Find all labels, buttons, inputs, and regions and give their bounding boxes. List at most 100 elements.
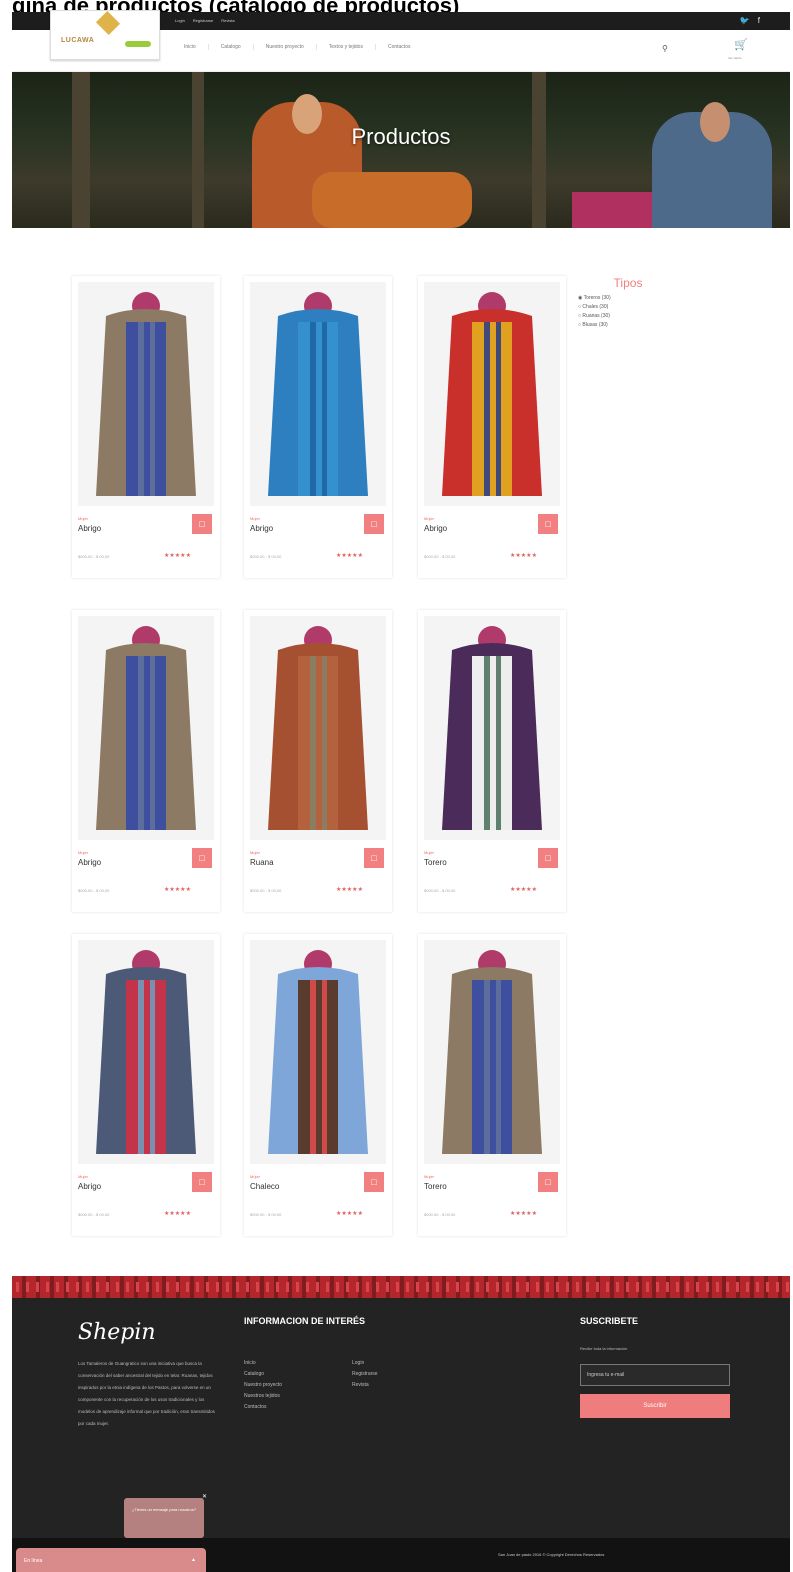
product-photo bbox=[250, 282, 386, 506]
product-photo bbox=[424, 940, 560, 1164]
add-to-cart-button[interactable]: □ bbox=[192, 514, 212, 534]
add-to-cart-button[interactable]: □ bbox=[538, 848, 558, 868]
cart-label[interactable]: Ver carrito bbox=[728, 56, 742, 60]
footer-link[interactable]: Inicio bbox=[244, 1358, 282, 1369]
chat-popup-text: ¿Tienes un mensaje para nosotros? bbox=[132, 1507, 196, 1512]
product-image[interactable] bbox=[424, 940, 560, 1164]
nav-item-textos[interactable]: Textos y tejidos bbox=[317, 44, 376, 50]
facebook-icon[interactable]: f bbox=[758, 16, 760, 25]
product-name[interactable]: Torero bbox=[424, 858, 447, 867]
product-card[interactable]: Mujer Abrigo □ $000,00 - $ 00,00 ★★★★★ bbox=[244, 276, 392, 578]
product-name[interactable]: Abrigo bbox=[78, 858, 101, 867]
chat-popup[interactable]: ✕ ¿Tienes un mensaje para nosotros? bbox=[124, 1494, 207, 1538]
product-image[interactable] bbox=[424, 616, 560, 840]
product-photo bbox=[78, 940, 214, 1164]
product-card[interactable]: Mujer Abrigo □ $000,00 - $ 00,00 ★★★★★ bbox=[72, 610, 220, 912]
product-card[interactable]: Mujer Abrigo □ $000,00 - $ 00,00 ★★★★★ bbox=[418, 276, 566, 578]
star-rating: ★★★★★ bbox=[336, 886, 363, 893]
product-image[interactable] bbox=[424, 282, 560, 506]
product-category: Mujer bbox=[78, 1174, 89, 1179]
copyright-text: San Juan de pasto 2016 © Copyright Derec… bbox=[498, 1552, 605, 1557]
product-image[interactable] bbox=[78, 282, 214, 506]
footer-link[interactable]: Registrarse bbox=[352, 1369, 378, 1380]
chevron-up-icon[interactable]: ▲ bbox=[191, 1557, 196, 1563]
filter-option[interactable]: ◉ Toreros (30) bbox=[578, 294, 678, 303]
product-image[interactable] bbox=[78, 940, 214, 1164]
footer-link[interactable]: Contactos bbox=[244, 1402, 282, 1413]
footer-link[interactable]: Revista bbox=[352, 1380, 378, 1391]
main-nav: LUCAWA Inicio Catalogo Nuestro proyecto … bbox=[12, 10, 790, 72]
product-name[interactable]: Abrigo bbox=[424, 524, 447, 533]
topbar-magazine-link[interactable]: Revista bbox=[221, 18, 234, 23]
product-price: $000,00 - $ 00,00 bbox=[250, 1212, 282, 1217]
nav-menu: Inicio Catalogo Nuestro proyecto Textos … bbox=[172, 44, 422, 50]
product-price: $000,00 - $ 00,00 bbox=[250, 554, 282, 559]
product-photo bbox=[78, 616, 214, 840]
close-icon[interactable]: ✕ bbox=[202, 1494, 207, 1501]
star-icon: ★ bbox=[357, 553, 363, 559]
hero-model-left-skirt bbox=[312, 172, 472, 228]
footer-description: Los Tamaleros de Guangratico son una ini… bbox=[78, 1361, 215, 1426]
nav-item-catalogo[interactable]: Catalogo bbox=[209, 44, 254, 50]
product-name[interactable]: Abrigo bbox=[78, 1182, 101, 1191]
product-card[interactable]: Mujer Torero □ $000,00 - $ 00,00 ★★★★★ bbox=[418, 610, 566, 912]
footer-link[interactable]: Login bbox=[352, 1358, 378, 1369]
star-icon: ★ bbox=[531, 887, 537, 893]
filter-option[interactable]: ○ Blusas (30) bbox=[578, 321, 678, 330]
product-price: $000,00 - $ 00,00 bbox=[424, 1212, 456, 1217]
topbar-register-link[interactable]: Registrarse bbox=[193, 18, 213, 23]
add-to-cart-button[interactable]: □ bbox=[364, 514, 384, 534]
add-to-cart-button[interactable]: □ bbox=[364, 1172, 384, 1192]
product-photo bbox=[78, 282, 214, 506]
footer-link[interactable]: Nuestro proyecto bbox=[244, 1380, 282, 1391]
cart-icon[interactable]: 🛒 bbox=[734, 38, 748, 51]
product-price: $000,00 - $ 00,00 bbox=[424, 554, 456, 559]
hero-tree bbox=[72, 72, 90, 228]
product-image[interactable] bbox=[250, 940, 386, 1164]
add-to-cart-button[interactable]: □ bbox=[192, 848, 212, 868]
add-to-cart-button[interactable]: □ bbox=[538, 1172, 558, 1192]
product-name[interactable]: Abrigo bbox=[78, 524, 101, 533]
star-rating: ★★★★★ bbox=[336, 552, 363, 559]
product-card[interactable]: Mujer Torero □ $000,00 - $ 00,00 ★★★★★ bbox=[418, 934, 566, 1236]
product-name[interactable]: Torero bbox=[424, 1182, 447, 1191]
product-image[interactable] bbox=[78, 616, 214, 840]
product-card[interactable]: Mujer Abrigo □ $000,00 - $ 00,00 ★★★★★ bbox=[72, 934, 220, 1236]
hero-title: Productos bbox=[351, 124, 451, 149]
product-image[interactable] bbox=[250, 616, 386, 840]
star-icon: ★ bbox=[185, 553, 191, 559]
nav-item-proyecto[interactable]: Nuestro proyecto bbox=[254, 44, 317, 50]
search-icon[interactable]: ⚲ bbox=[662, 44, 668, 53]
product-name[interactable]: Abrigo bbox=[250, 524, 273, 533]
product-category: Mujer bbox=[424, 1174, 435, 1179]
star-rating: ★★★★★ bbox=[164, 552, 191, 559]
filter-option[interactable]: ○ Ruanas (30) bbox=[578, 312, 678, 321]
product-photo bbox=[424, 282, 560, 506]
product-image[interactable] bbox=[250, 282, 386, 506]
add-to-cart-button[interactable]: □ bbox=[538, 514, 558, 534]
twitter-icon[interactable]: 🐦 bbox=[740, 16, 750, 25]
email-field[interactable]: Ingresa tu e-mail bbox=[580, 1364, 730, 1386]
nav-item-inicio[interactable]: Inicio bbox=[172, 44, 209, 50]
logo-mark-icon bbox=[95, 10, 121, 36]
chat-bar[interactable]: En línea ▲ bbox=[16, 1548, 206, 1572]
product-price: $000,00 - $ 00,00 bbox=[78, 554, 110, 559]
add-to-cart-button[interactable]: □ bbox=[364, 848, 384, 868]
topbar-login-link[interactable]: Login bbox=[175, 18, 185, 23]
product-card[interactable]: Mujer Abrigo □ $000,00 - $ 00,00 ★★★★★ bbox=[72, 276, 220, 578]
footer-link[interactable]: Nuestros tejidos bbox=[244, 1391, 282, 1402]
subscribe-heading: SUSCRIBETE bbox=[580, 1316, 639, 1326]
filter-option[interactable]: ○ Chales (30) bbox=[578, 303, 678, 312]
subscribe-button[interactable]: Suscribir bbox=[580, 1394, 730, 1418]
product-card[interactable]: Mujer Chaleco □ $000,00 - $ 00,00 ★★★★★ bbox=[244, 934, 392, 1236]
product-card[interactable]: Mujer Ruana □ $000,00 - $ 00,00 ★★★★★ bbox=[244, 610, 392, 912]
product-name[interactable]: Chaleco bbox=[250, 1182, 279, 1191]
footer-pattern-dots bbox=[12, 1282, 790, 1292]
product-price: $000,00 - $ 00,00 bbox=[424, 888, 456, 893]
product-photo bbox=[424, 616, 560, 840]
footer-link[interactable]: Catalogo bbox=[244, 1369, 282, 1380]
product-name[interactable]: Ruana bbox=[250, 858, 274, 867]
site-logo[interactable]: LUCAWA bbox=[50, 10, 160, 60]
nav-item-contactos[interactable]: Contactos bbox=[376, 44, 423, 50]
add-to-cart-button[interactable]: □ bbox=[192, 1172, 212, 1192]
